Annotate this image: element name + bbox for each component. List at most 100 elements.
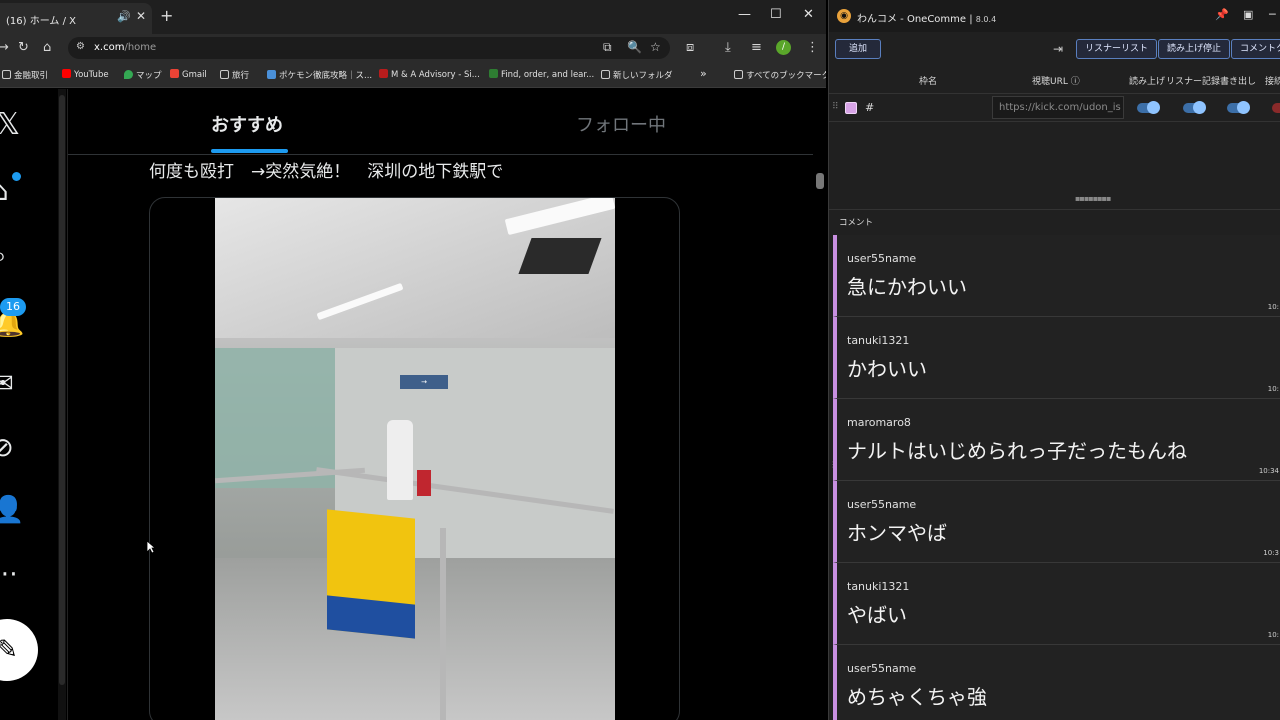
maximize-icon[interactable]: ☐ (770, 7, 782, 22)
comment-time: 10: (1267, 631, 1279, 639)
connect-toggle[interactable] (1272, 103, 1280, 113)
forward-icon[interactable]: → (0, 40, 9, 55)
login-icon[interactable]: ⇥ (1053, 42, 1063, 56)
notifications-badge: 16 (0, 298, 26, 316)
pokemon-site-icon (267, 70, 276, 79)
extensions-icon[interactable]: ⧈ (686, 40, 694, 55)
scrollbar-thumb[interactable] (59, 95, 65, 685)
menu-icon[interactable]: ⋮ (806, 40, 819, 55)
window-menu-icon[interactable]: ─ (1269, 8, 1276, 21)
window-mode-icon[interactable]: ▣ (1243, 8, 1253, 21)
address-url: x.com/home (94, 42, 157, 53)
tab-title: (16) ホーム / X (6, 16, 76, 27)
zoom-icon[interactable]: 🔍 (627, 40, 642, 54)
bookmark-item[interactable]: ポケモン徹底攻略｜ス... (267, 69, 372, 81)
folder-icon (734, 70, 743, 79)
home-icon[interactable]: ⌂ (43, 40, 51, 55)
bookmark-item[interactable]: Find, order, and lear... (489, 69, 594, 80)
panel-splitter[interactable]: ▪▪▪▪▪▪▪▪ (829, 192, 1280, 210)
bookmark-star-icon[interactable]: ☆ (650, 40, 661, 54)
more-nav-icon[interactable]: ⋯ (0, 559, 18, 589)
comment-text: かわいい (847, 357, 927, 381)
comment-text: 急にかわいい (847, 275, 967, 299)
comment-button[interactable]: コメントク (1231, 39, 1280, 59)
comment-text: やばい (847, 603, 907, 627)
comment-item[interactable]: user55name めちゃくちゃ強 (833, 645, 1280, 720)
minimize-icon[interactable]: — (738, 7, 751, 22)
col-listener: リスナー記録 (1166, 77, 1221, 87)
folder-icon (601, 70, 610, 79)
bookmark-item[interactable]: 旅行 (220, 69, 249, 81)
tweet-video[interactable]: → (215, 198, 615, 720)
source-color-swatch[interactable] (845, 102, 857, 114)
export-toggle[interactable] (1227, 101, 1250, 114)
pin-icon[interactable]: 📌 (1215, 8, 1229, 21)
bookmark-item[interactable]: 金融取引 (2, 69, 48, 81)
grok-nav-icon[interactable]: ⊘ (0, 433, 14, 463)
comment-text: ホンマやば (847, 521, 947, 545)
reload-icon[interactable]: ↻ (18, 40, 29, 55)
add-button[interactable]: 追加 (835, 39, 881, 59)
read-toggle[interactable] (1137, 101, 1160, 114)
help-icon[interactable]: ⓘ (1071, 77, 1080, 87)
onecomme-title: わんコメ - OneComme | 8.0.4 (857, 14, 997, 25)
tweet-media[interactable]: → (149, 197, 680, 720)
youtube-icon (62, 69, 71, 78)
home-unread-dot (12, 172, 21, 181)
bookmark-item[interactable]: マップ (124, 69, 162, 81)
advisory-site-icon (379, 69, 388, 78)
drag-handle-icon[interactable]: ⠿ (832, 102, 839, 112)
tab-bar: (16) ホーム / X 🔊 ✕ + — ☐ ✕ (0, 0, 826, 34)
home-nav-icon[interactable]: ⌂ (0, 177, 9, 207)
close-tab-icon[interactable]: ✕ (136, 9, 146, 23)
comment-user: tanuki1321 (847, 334, 910, 347)
comment-text: めちゃくちゃ強 (847, 685, 987, 709)
video-frame-person (387, 420, 413, 500)
active-tab-indicator (211, 149, 288, 153)
comment-item[interactable]: user55name 急にかわいい 10: (833, 235, 1280, 317)
nav-scrollbar[interactable] (58, 89, 66, 720)
listener-record-toggle[interactable] (1183, 101, 1206, 114)
close-window-icon[interactable]: ✕ (803, 7, 814, 22)
search-nav-icon[interactable]: ⌕ (0, 241, 7, 272)
tab-for-you[interactable]: おすすめ (211, 111, 283, 137)
comment-item[interactable]: tanuki1321 かわいい 10: (833, 317, 1280, 399)
bookmark-item[interactable]: Gmail (170, 69, 207, 80)
onecomme-window: ◉ わんコメ - OneComme | 8.0.4 📌 ▣ ─ 追加 ⇥ リスナ… (828, 0, 1280, 720)
listener-list-button[interactable]: リスナーリスト (1076, 39, 1158, 59)
speaker-icon[interactable]: 🔊 (117, 10, 131, 23)
comment-item[interactable]: user55name ホンマやば 10:3 (833, 481, 1280, 563)
profile-nav-icon[interactable]: 👤 (0, 495, 24, 525)
tab-following[interactable]: フォロー中 (576, 111, 666, 137)
download-icon[interactable]: ⤓ (725, 40, 731, 55)
comment-user: user55name (847, 252, 917, 265)
video-frame-sign: → (400, 375, 448, 389)
install-app-icon[interactable]: ⧉ (603, 40, 612, 55)
page-scrollbar-thumb[interactable] (816, 173, 824, 189)
comment-time: 10: (1267, 385, 1279, 393)
video-frame-floor (215, 558, 615, 720)
media-controls-icon[interactable]: ≡ (751, 40, 762, 55)
read-stop-button[interactable]: 読み上げ停止 (1158, 39, 1231, 59)
profile-avatar[interactable]: / (776, 40, 791, 55)
comment-item[interactable]: tanuki1321 やばい 10: (833, 563, 1280, 645)
video-frame-bag (417, 470, 431, 496)
address-bar[interactable]: ⚙ x.com/home ⧉ 🔍 ☆ (68, 37, 670, 59)
bookmark-item[interactable]: YouTube (62, 69, 109, 80)
new-tab-icon[interactable]: + (160, 6, 173, 25)
x-logo-icon[interactable]: 𝕏 (0, 107, 20, 142)
source-url-input[interactable]: https://kick.com/udon_is (992, 96, 1124, 119)
bookmark-item[interactable]: M & A Advisory - Si... (379, 69, 480, 80)
browser-tab-x-home[interactable]: (16) ホーム / X 🔊 ✕ (0, 3, 152, 34)
mouse-cursor-icon (146, 540, 156, 554)
site-settings-icon[interactable]: ⚙ (76, 41, 85, 52)
bookmark-item[interactable]: すべてのブックマーク (734, 69, 826, 81)
folder-icon (2, 70, 11, 79)
comment-item[interactable]: maromaro8 ナルトはいじめられっ子だったもんね 10:34 (833, 399, 1280, 481)
post-button[interactable]: ✎ (0, 619, 38, 681)
messages-nav-icon[interactable]: ✉ (0, 369, 14, 399)
source-name[interactable]: # (865, 101, 874, 114)
bookmark-item[interactable]: 新しいフォルダ (601, 69, 673, 81)
more-bookmarks-icon[interactable]: » (700, 67, 707, 80)
x-timeline: おすすめ フォロー中 何度も殴打 →突然気絶！ 深圳の地下鉄駅で → (67, 89, 813, 720)
